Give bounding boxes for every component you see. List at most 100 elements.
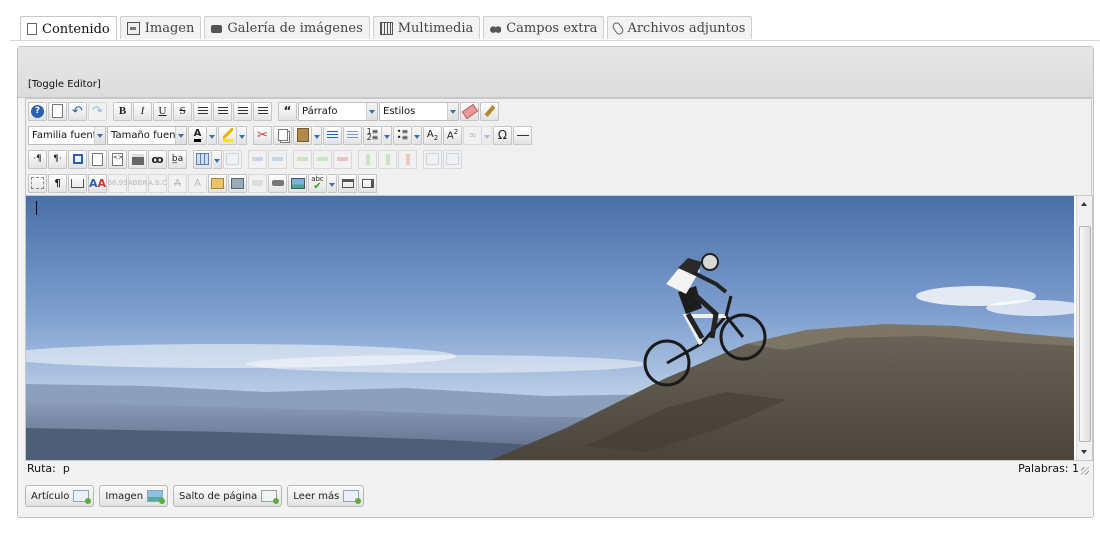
text-color-button[interactable]: A xyxy=(188,125,207,145)
paste-button[interactable] xyxy=(293,125,312,145)
replace-button[interactable]: b̲a xyxy=(168,149,187,169)
copy-button[interactable] xyxy=(273,125,292,145)
tab-imagen[interactable]: Imagen xyxy=(119,16,202,39)
text-color-dropdown[interactable] xyxy=(208,125,217,145)
insert-table-button[interactable] xyxy=(193,149,212,169)
image-button[interactable]: Imagen xyxy=(99,485,169,507)
binoculars-icon: ꝏ xyxy=(151,152,164,166)
resize-grip-icon[interactable] xyxy=(1081,467,1089,475)
delete-row-button[interactable] xyxy=(333,149,352,169)
pagebreak-insert-button[interactable]: Salto de página xyxy=(173,485,283,507)
del-button[interactable]: A xyxy=(168,173,187,193)
align-center-button[interactable] xyxy=(213,101,232,121)
abbr-button[interactable]: ABBR xyxy=(128,173,147,193)
merge-cells-button[interactable] xyxy=(443,149,462,169)
table-dropdown[interactable] xyxy=(213,149,222,169)
source-code-button[interactable]: <> xyxy=(108,149,127,169)
scrollbar-thumb[interactable] xyxy=(1079,226,1091,442)
move-layer-button[interactable] xyxy=(248,173,267,193)
insert-layer-button[interactable] xyxy=(228,173,247,193)
delete-col-button[interactable] xyxy=(398,149,417,169)
preview-button[interactable] xyxy=(88,149,107,169)
editor-content[interactable] xyxy=(25,195,1093,461)
font-family-select[interactable]: Familia fuente xyxy=(28,125,106,145)
link-dropdown[interactable] xyxy=(483,125,492,145)
article-button[interactable]: Artículo xyxy=(25,485,95,507)
subscript-button[interactable]: A2 xyxy=(423,125,442,145)
italic-button[interactable]: I xyxy=(133,101,152,121)
bullet-list-button[interactable]: •≡ •≡ xyxy=(393,125,412,145)
help-button[interactable]: ? xyxy=(28,101,47,121)
col-before-button[interactable] xyxy=(358,149,377,169)
underline-button[interactable]: U xyxy=(153,101,172,121)
superscript-button[interactable]: A2 xyxy=(443,125,462,145)
tab-archivos-adjuntos[interactable]: Archivos adjuntos xyxy=(607,16,753,39)
scroll-down-icon[interactable] xyxy=(1081,450,1087,454)
mountain-biker-image[interactable] xyxy=(26,196,1074,460)
show-blocks-button[interactable]: ¶ xyxy=(48,173,67,193)
format-select[interactable]: Párrafo xyxy=(298,101,378,121)
ltr-button[interactable]: ·¶ xyxy=(28,149,47,169)
tab-contenido[interactable]: Contenido xyxy=(20,16,117,41)
readmore-insert-button[interactable]: Leer más xyxy=(287,485,365,507)
cite-button[interactable]: 66,99 xyxy=(107,173,128,193)
font-size-select[interactable]: Tamaño fuente xyxy=(107,125,187,145)
undo-button[interactable]: ↶ xyxy=(68,101,87,121)
numbered-list-button[interactable]: 1≡ 2≡ xyxy=(363,125,382,145)
spellcheck-dropdown[interactable] xyxy=(328,173,337,193)
insert-link-button[interactable]: ∞ xyxy=(463,125,482,145)
align-justify-button[interactable] xyxy=(193,101,212,121)
spellcheck-button[interactable]: abc ✔ xyxy=(308,173,327,193)
new-document-button[interactable] xyxy=(48,101,67,121)
outdent-icon xyxy=(327,130,338,140)
table-props-button[interactable] xyxy=(223,149,242,169)
numbered-list-dropdown[interactable] xyxy=(383,125,392,145)
strikethrough-button[interactable]: S xyxy=(173,101,192,121)
split-cells-button[interactable] xyxy=(423,149,442,169)
tab-galeria[interactable]: Galería de imágenes xyxy=(204,16,370,39)
nonbreaking-button[interactable] xyxy=(68,173,87,193)
print-button[interactable] xyxy=(128,149,147,169)
rtl-button[interactable]: ¶· xyxy=(48,149,67,169)
highlight-color-dropdown[interactable] xyxy=(238,125,247,145)
cleanup-button[interactable] xyxy=(480,101,499,121)
fullscreen-button[interactable] xyxy=(68,149,87,169)
pagebreak-button[interactable] xyxy=(358,173,377,193)
edit-doc-icon xyxy=(27,23,37,35)
template-button[interactable] xyxy=(268,173,287,193)
cell-props-button[interactable] xyxy=(268,149,287,169)
bullet-list-dropdown[interactable] xyxy=(413,125,422,145)
visual-aid-button[interactable] xyxy=(28,173,47,193)
tab-campos-extra[interactable]: Campos extra xyxy=(483,16,605,39)
horizontal-rule-button[interactable] xyxy=(513,125,532,145)
cut-button[interactable]: ✂ xyxy=(253,125,272,145)
find-button[interactable]: ꝏ xyxy=(148,149,167,169)
clear-formatting-button[interactable] xyxy=(460,101,479,121)
outdent-button[interactable] xyxy=(323,125,342,145)
redo-button[interactable]: ↷ xyxy=(88,101,107,121)
vertical-scrollbar[interactable] xyxy=(1076,196,1092,460)
readmore-button[interactable] xyxy=(338,173,357,193)
align-right-button[interactable] xyxy=(253,101,272,121)
path-value[interactable]: p xyxy=(63,462,70,475)
toggle-editor-link[interactable]: [Toggle Editor] xyxy=(28,79,101,90)
style-props-button[interactable]: AA xyxy=(88,173,107,193)
blockquote-button[interactable]: “ xyxy=(278,101,297,121)
row-props-button[interactable] xyxy=(248,149,267,169)
col-after-button[interactable] xyxy=(378,149,397,169)
ins-button[interactable]: A xyxy=(188,173,207,193)
attributes-button[interactable] xyxy=(208,173,227,193)
acronym-button[interactable]: A.B.C xyxy=(148,173,167,193)
paste-dropdown[interactable] xyxy=(313,125,322,145)
tab-multimedia[interactable]: Multimedia xyxy=(372,16,481,39)
scroll-up-icon[interactable] xyxy=(1081,202,1087,206)
styles-select[interactable]: Estilos xyxy=(379,101,459,121)
insert-image-button[interactable] xyxy=(288,173,307,193)
row-after-button[interactable] xyxy=(313,149,332,169)
bold-button[interactable]: B xyxy=(113,101,132,121)
align-left-button[interactable] xyxy=(233,101,252,121)
special-char-button[interactable]: Ω xyxy=(493,125,512,145)
indent-button[interactable] xyxy=(343,125,362,145)
row-before-button[interactable] xyxy=(293,149,312,169)
highlight-color-button[interactable] xyxy=(218,125,237,145)
